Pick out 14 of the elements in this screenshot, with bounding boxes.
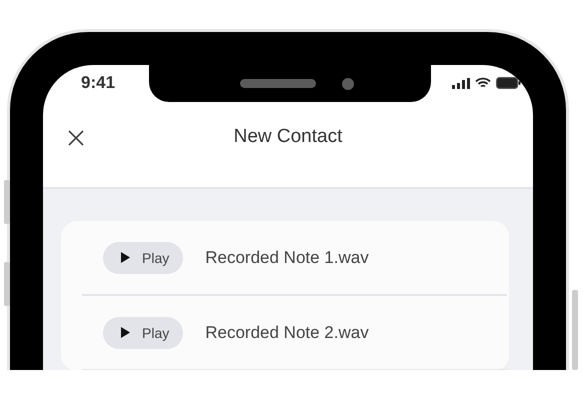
battery-icon xyxy=(496,77,521,89)
play-icon xyxy=(121,252,130,263)
status-time: 9:41 xyxy=(81,73,116,93)
play-button[interactable]: Play xyxy=(103,316,184,348)
close-icon xyxy=(68,130,84,146)
close-button[interactable] xyxy=(67,129,85,147)
camera-dot xyxy=(342,78,354,90)
wifi-icon xyxy=(475,77,491,89)
screen-title: New Contact xyxy=(234,126,342,148)
file-name: Recorded Note 1.wav xyxy=(205,248,369,268)
signal-icon xyxy=(452,78,470,88)
file-name: Recorded Note 2.wav xyxy=(205,322,369,342)
play-button[interactable]: Play xyxy=(103,242,184,274)
play-icon xyxy=(121,327,130,338)
